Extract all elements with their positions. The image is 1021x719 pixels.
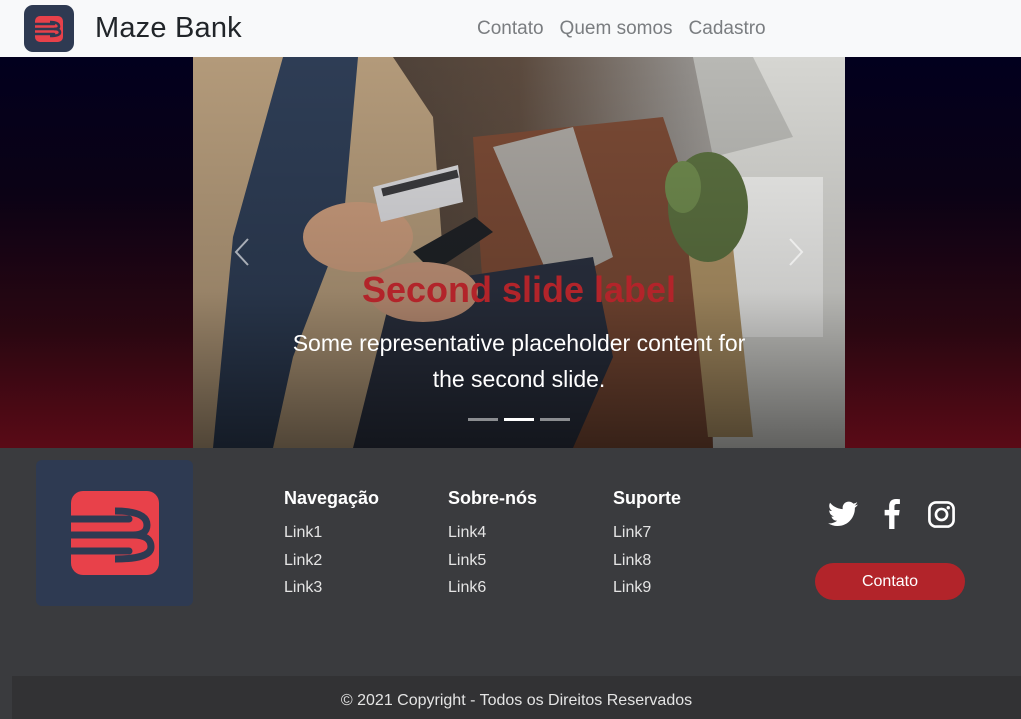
footer-link-1[interactable]: Link1 (284, 519, 379, 547)
footer: Navegação Link1 Link2 Link3 Sobre-nós Li… (0, 448, 1021, 676)
footer-column-title: Sobre-nós (448, 488, 538, 508)
chevron-right-icon (789, 238, 804, 266)
footer-column-title: Suporte (613, 488, 682, 508)
carousel-indicators (468, 418, 570, 421)
footer-column-title: Navegação (284, 488, 380, 508)
carousel-slide: Second slide label Some representative p… (193, 57, 845, 448)
maze-bank-logo-icon (33, 15, 63, 42)
footer-link-7[interactable]: Link7 (613, 519, 681, 547)
carousel-prev-control[interactable] (227, 237, 257, 267)
instagram-icon[interactable] (926, 498, 956, 530)
footer-link-4[interactable]: Link4 (448, 519, 537, 547)
nav-links: Contato Quem somos Cadastro (477, 18, 766, 40)
copyright-text: © 2021 Copyright - Todos os Direitos Res… (340, 692, 693, 709)
maze-bank-logo-icon (66, 491, 159, 575)
navbar: Maze Bank Contato Quem somos Cadastro (0, 0, 1021, 57)
carousel-indicator-1[interactable] (468, 418, 498, 421)
footer-link-6[interactable]: Link6 (448, 574, 537, 602)
nav-link-cadastro[interactable]: Cadastro (689, 18, 766, 40)
copyright-bar: © 2021 Copyright - Todos os Direitos Res… (12, 676, 1021, 719)
brand-name[interactable]: Maze Bank (95, 12, 242, 45)
social-links (828, 498, 956, 530)
slide-caption-title: Second slide label (361, 269, 677, 310)
footer-column-navegacao: Navegação Link1 Link2 Link3 (284, 488, 379, 602)
hero-section: Second slide label Some representative p… (0, 57, 1021, 448)
footer-link-9[interactable]: Link9 (613, 574, 681, 602)
carousel-indicator-3[interactable] (540, 418, 570, 421)
contact-button[interactable]: Contato (815, 563, 965, 600)
footer-column-suporte: Suporte Link7 Link8 Link9 (613, 488, 681, 602)
footer-link-2[interactable]: Link2 (284, 547, 379, 575)
nav-link-contato[interactable]: Contato (477, 18, 544, 40)
footer-link-3[interactable]: Link3 (284, 574, 379, 602)
carousel-indicator-2[interactable] (504, 418, 534, 421)
twitter-icon[interactable] (828, 498, 858, 530)
footer-column-sobre-nos: Sobre-nós Link4 Link5 Link6 (448, 488, 537, 602)
footer-link-5[interactable]: Link5 (448, 547, 537, 575)
chevron-left-icon (234, 238, 249, 266)
slide-caption-text: Some representative placeholder content … (292, 330, 746, 392)
facebook-icon[interactable] (877, 498, 907, 530)
carousel-next-control[interactable] (781, 237, 811, 267)
brand-logo[interactable] (24, 5, 74, 52)
footer-logo (36, 460, 193, 606)
footer-link-8[interactable]: Link8 (613, 547, 681, 575)
nav-link-quem-somos[interactable]: Quem somos (560, 18, 673, 40)
